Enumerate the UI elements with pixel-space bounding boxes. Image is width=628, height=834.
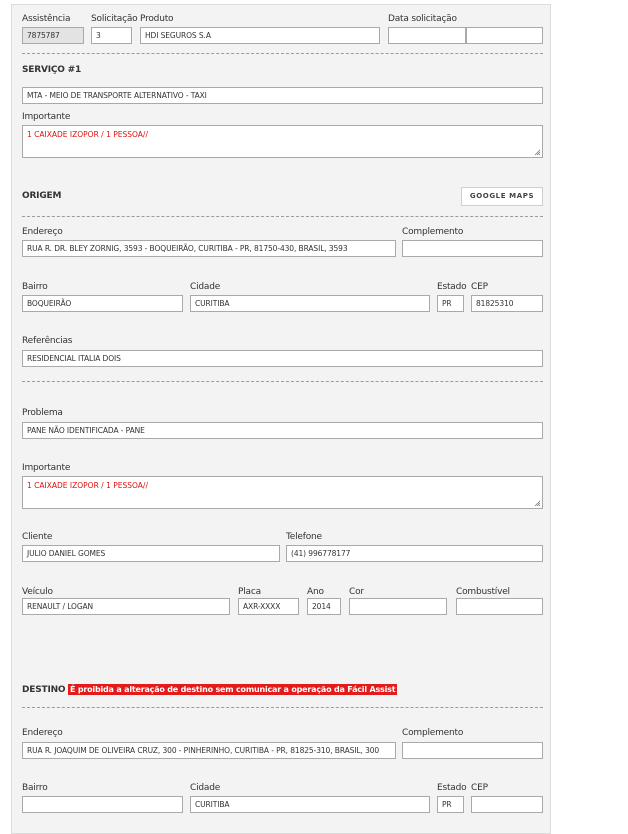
data-solicitacao-field[interactable] xyxy=(388,27,466,44)
destino-endereco-label: Endereço xyxy=(22,728,63,738)
destino-cep-field[interactable] xyxy=(471,796,543,813)
ano-field[interactable]: 2014 xyxy=(307,598,341,615)
cor-field[interactable] xyxy=(349,598,447,615)
origem-bairro-field[interactable]: BOQUEIRÃO xyxy=(22,295,183,312)
telefone-label: Telefone xyxy=(286,532,322,542)
assistencia-label: Assistência xyxy=(22,14,71,24)
origem-estado-field[interactable]: PR xyxy=(437,295,464,312)
servico-title: SERVIÇO #1 xyxy=(22,65,82,75)
destino-cep-label: CEP xyxy=(471,783,488,793)
resize-grip-icon[interactable] xyxy=(534,149,541,156)
problema-field[interactable]: PANE NÃO IDENTIFICADA - PANE xyxy=(22,422,543,439)
produto-label: Produto xyxy=(140,14,174,24)
destino-title: DESTINO xyxy=(22,685,66,695)
divider xyxy=(22,381,543,382)
origem-cidade-label: Cidade xyxy=(190,282,221,292)
destino-endereco-field[interactable]: RUA R. JOAQUIM DE OLIVEIRA CRUZ, 300 - P… xyxy=(22,742,396,759)
telefone-field[interactable]: (41) 996778177 xyxy=(286,545,543,562)
destino-complemento-field[interactable] xyxy=(402,742,543,759)
divider xyxy=(22,53,543,54)
data-solicitacao-label: Data solicitação xyxy=(388,14,457,24)
origem-endereco-label: Endereço xyxy=(22,227,63,237)
placa-field[interactable]: AXR-XXXX xyxy=(238,598,299,615)
problema-importante-text: 1 CAIXADE IZOPOR / 1 PESSOA// xyxy=(27,481,148,490)
cliente-label: Cliente xyxy=(22,532,53,542)
combustivel-field[interactable] xyxy=(456,598,543,615)
destino-complemento-label: Complemento xyxy=(402,728,464,738)
divider xyxy=(22,707,543,708)
cor-label: Cor xyxy=(349,587,364,597)
destino-estado-label: Estado xyxy=(437,783,467,793)
divider xyxy=(22,216,543,217)
origem-title: ORIGEM xyxy=(22,191,62,201)
cliente-field[interactable]: JULIO DANIEL GOMES xyxy=(22,545,280,562)
placa-label: Placa xyxy=(238,587,261,597)
origem-referencias-field[interactable]: RESIDENCIAL ITALIA DOIS xyxy=(22,350,543,367)
veiculo-field[interactable]: RENAULT / LOGAN xyxy=(22,598,230,615)
origem-bairro-label: Bairro xyxy=(22,282,48,292)
problema-importante-textarea[interactable]: 1 CAIXADE IZOPOR / 1 PESSOA// xyxy=(22,476,543,509)
destino-bairro-label: Bairro xyxy=(22,783,48,793)
origem-cidade-field[interactable]: CURITIBA xyxy=(190,295,430,312)
origem-cep-field[interactable]: 81825310 xyxy=(471,295,543,312)
ano-label: Ano xyxy=(307,587,324,597)
veiculo-label: Veículo xyxy=(22,587,53,597)
hora-solicitacao-field[interactable] xyxy=(466,27,543,44)
resize-grip-icon[interactable] xyxy=(534,500,541,507)
problema-importante-label: Importante xyxy=(22,463,71,473)
servico-importante-label: Importante xyxy=(22,112,71,122)
destino-warning-badge: É proibida a alteração de destino sem co… xyxy=(68,684,398,695)
origem-complemento-field[interactable] xyxy=(402,240,543,257)
servico-importante-textarea[interactable]: 1 CAIXADE IZOPOR / 1 PESSOA// xyxy=(22,125,543,158)
produto-field[interactable]: HDI SEGUROS S.A xyxy=(140,27,380,44)
destino-cidade-field[interactable]: CURITIBA xyxy=(190,796,430,813)
origem-cep-label: CEP xyxy=(471,282,488,292)
assistencia-field[interactable]: 7875787 xyxy=(22,27,84,44)
destino-cidade-label: Cidade xyxy=(190,783,221,793)
destino-bairro-field[interactable] xyxy=(22,796,183,813)
google-maps-button[interactable]: GOOGLE MAPS xyxy=(461,187,543,206)
origem-referencias-label: Referências xyxy=(22,336,73,346)
origem-complemento-label: Complemento xyxy=(402,227,464,237)
solicitacao-field[interactable]: 3 xyxy=(91,27,132,44)
destino-estado-field[interactable]: PR xyxy=(437,796,464,813)
origem-endereco-field[interactable]: RUA R. DR. BLEY ZORNIG, 3593 - BOQUEIRÃO… xyxy=(22,240,396,257)
origem-estado-label: Estado xyxy=(437,282,467,292)
solicitacao-label: Solicitação xyxy=(91,14,138,24)
servico-importante-text: 1 CAIXADE IZOPOR / 1 PESSOA// xyxy=(27,130,148,139)
servico-tipo-field[interactable]: MTA - MEIO DE TRANSPORTE ALTERNATIVO - T… xyxy=(22,87,543,104)
combustivel-label: Combustível xyxy=(456,587,510,597)
problema-label: Problema xyxy=(22,408,63,418)
